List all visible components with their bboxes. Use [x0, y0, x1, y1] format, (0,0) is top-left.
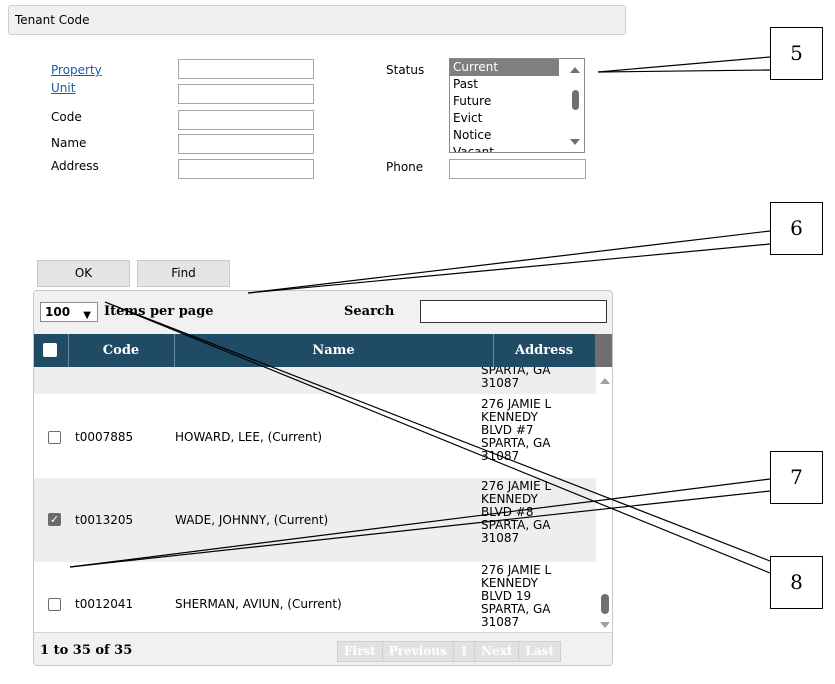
- callout-8-line-a: [104, 301, 771, 574]
- callout-6-line-a: [247, 230, 771, 294]
- callout-8-line-b: [104, 301, 771, 562]
- callout-7-line-a: [69, 478, 771, 568]
- callout-lines: [69, 56, 771, 574]
- callout-7: 7: [770, 451, 823, 504]
- callout-6-line-b: [247, 243, 771, 294]
- callout-8: 8: [770, 556, 823, 609]
- callout-6: 6: [770, 202, 823, 255]
- callout-7-line-b: [69, 490, 771, 568]
- callout-5: 5: [770, 27, 823, 80]
